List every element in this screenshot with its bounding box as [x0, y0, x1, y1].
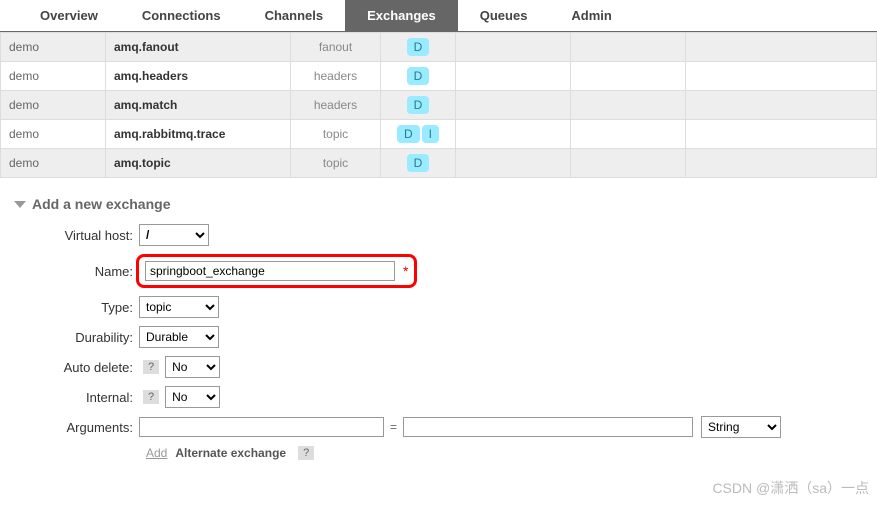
type-cell: headers	[291, 62, 381, 91]
autodelete-label: Auto delete:	[14, 360, 139, 375]
internal-help-icon[interactable]: ?	[143, 390, 159, 404]
add-exchange-header[interactable]: Add a new exchange	[14, 196, 877, 212]
features-cell: D	[381, 149, 456, 178]
durability-label: Durability:	[14, 330, 139, 345]
table-row: demoamq.rabbitmq.tracetopicDI	[1, 120, 877, 149]
tab-connections[interactable]: Connections	[120, 0, 243, 31]
features-cell: DI	[381, 120, 456, 149]
features-cell: D	[381, 91, 456, 120]
name-highlight: *	[136, 254, 417, 288]
section-title: Add a new exchange	[32, 196, 170, 212]
table-row: demoamq.topictopic D	[1, 149, 877, 178]
main-tabs: Overview Connections Channels Exchanges …	[0, 0, 877, 32]
vhost-cell: demo	[1, 91, 106, 120]
extra-cell	[686, 120, 877, 149]
feature-badge: D	[407, 96, 430, 114]
rate-out-cell	[571, 33, 686, 62]
rate-out-cell	[571, 91, 686, 120]
vhost-cell: demo	[1, 62, 106, 91]
alternate-help-icon[interactable]: ?	[298, 446, 314, 460]
tab-channels[interactable]: Channels	[243, 0, 346, 31]
rate-out-cell	[571, 149, 686, 178]
autodelete-select[interactable]: No	[165, 356, 220, 378]
rate-in-cell	[456, 120, 571, 149]
exchange-name-cell[interactable]: amq.match	[106, 91, 291, 120]
feature-badge: D	[407, 67, 430, 85]
internal-select[interactable]: No	[165, 386, 220, 408]
vhost-select[interactable]: /	[139, 224, 209, 246]
chevron-down-icon	[14, 201, 26, 208]
internal-label: Internal:	[14, 390, 139, 405]
feature-badge: I	[422, 125, 439, 143]
rate-in-cell	[456, 33, 571, 62]
extra-cell	[686, 62, 877, 91]
required-mark: *	[403, 263, 408, 279]
table-row: demoamq.headersheaders D	[1, 62, 877, 91]
extra-cell	[686, 33, 877, 62]
alternate-exchange-link[interactable]: Alternate exchange	[175, 446, 286, 460]
autodelete-help-icon[interactable]: ?	[143, 360, 159, 374]
name-label: Name:	[14, 264, 139, 279]
exchange-name-cell[interactable]: amq.fanout	[106, 33, 291, 62]
add-exchange-form: Virtual host: / Name: * Type: topic Dura…	[14, 224, 877, 460]
name-input[interactable]	[145, 261, 395, 281]
exchange-name-cell[interactable]: amq.headers	[106, 62, 291, 91]
table-row: demoamq.fanoutfanout D	[1, 33, 877, 62]
rate-out-cell	[571, 120, 686, 149]
vhost-cell: demo	[1, 120, 106, 149]
features-cell: D	[381, 33, 456, 62]
extra-cell	[686, 149, 877, 178]
add-argument-link[interactable]: Add	[146, 446, 167, 460]
vhost-cell: demo	[1, 33, 106, 62]
rate-out-cell	[571, 62, 686, 91]
type-label: Type:	[14, 300, 139, 315]
watermark: CSDN @潇洒（sa）一点	[712, 478, 869, 498]
equals-sign: =	[390, 420, 397, 434]
table-row: demoamq.matchheaders D	[1, 91, 877, 120]
tab-overview[interactable]: Overview	[18, 0, 120, 31]
type-cell: headers	[291, 91, 381, 120]
type-cell: topic	[291, 120, 381, 149]
vhost-label: Virtual host:	[14, 228, 139, 243]
type-cell: topic	[291, 149, 381, 178]
exchange-name-cell[interactable]: amq.rabbitmq.trace	[106, 120, 291, 149]
rate-in-cell	[456, 149, 571, 178]
tab-queues[interactable]: Queues	[458, 0, 550, 31]
feature-badge: D	[407, 38, 430, 56]
type-cell: fanout	[291, 33, 381, 62]
feature-badge: D	[407, 154, 430, 172]
tab-exchanges[interactable]: Exchanges	[345, 0, 458, 31]
argument-value-input[interactable]	[403, 417, 693, 437]
arguments-label: Arguments:	[14, 420, 139, 435]
exchanges-table: demoamq.fanoutfanoutDdemoamq.headershead…	[0, 32, 877, 178]
feature-badge: D	[397, 125, 420, 143]
extra-cell	[686, 91, 877, 120]
exchange-name-cell[interactable]: amq.topic	[106, 149, 291, 178]
rate-in-cell	[456, 62, 571, 91]
rate-in-cell	[456, 91, 571, 120]
tab-admin[interactable]: Admin	[549, 0, 633, 31]
durability-select[interactable]: Durable	[139, 326, 219, 348]
features-cell: D	[381, 62, 456, 91]
argument-key-input[interactable]	[139, 417, 384, 437]
vhost-cell: demo	[1, 149, 106, 178]
type-select[interactable]: topic	[139, 296, 219, 318]
argument-type-select[interactable]: String	[701, 416, 781, 438]
